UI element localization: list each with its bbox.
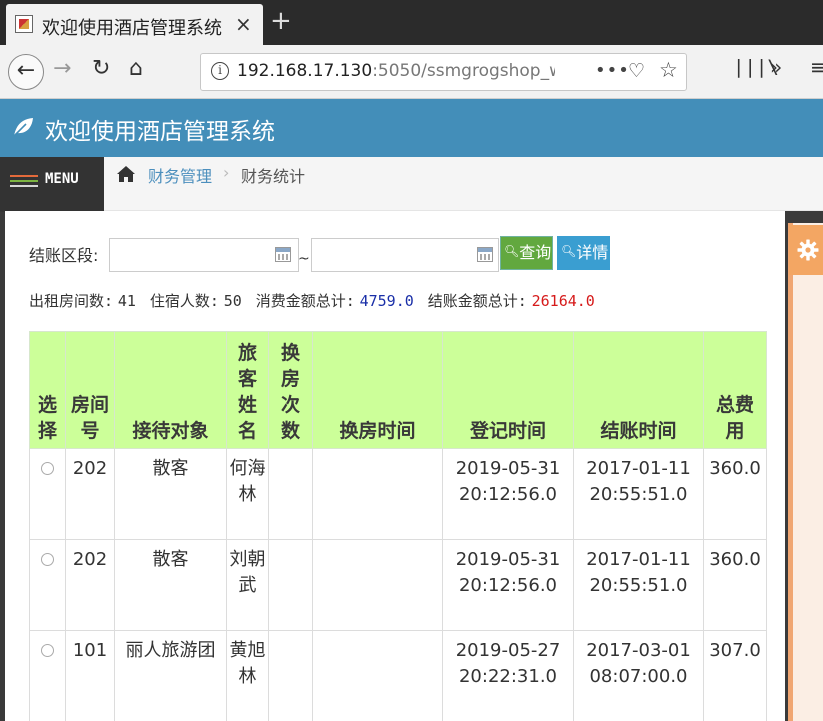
info-icon[interactable]: i: [211, 62, 229, 80]
tab-title: 欢迎使用酒店管理系统: [42, 18, 222, 39]
favicon-icon: [15, 15, 33, 33]
home-button[interactable]: ⌂: [129, 56, 143, 81]
menu-lines-icon: [10, 175, 38, 191]
calendar-icon[interactable]: [275, 247, 291, 262]
app-title: 欢迎使用酒店管理系统: [45, 119, 275, 145]
register-time: 2019-05-27 20:22:31.0: [442, 630, 574, 721]
pocket-icon[interactable]: ♡: [628, 60, 645, 82]
calendar-icon[interactable]: [477, 247, 493, 262]
room-number: 202: [65, 448, 115, 540]
browser-window: 欢迎使用酒店管理系统 × + ← → ↻ ⌂ i 192.168.17.130:…: [0, 0, 823, 721]
settings-side-panel: [788, 223, 823, 721]
url-path: :5050/ssmgrogshop_war/: [372, 61, 555, 81]
reception-target: 丽人旅游团: [114, 630, 227, 721]
breadcrumb-link-finance[interactable]: 财务管理: [148, 163, 212, 187]
finance-table: 选择 房间号 接待对象 旅客姓名 换房次数 换房时间 登记时间 结账时间 总费用…: [29, 331, 767, 721]
column-header: 旅客姓名: [226, 331, 269, 449]
column-header: 登记时间: [442, 331, 574, 449]
reload-button[interactable]: ↻: [92, 56, 110, 81]
page-actions-icon[interactable]: •••: [595, 60, 630, 81]
leaf-icon: [13, 118, 33, 137]
settlement-range-label: 结账区段:: [29, 246, 99, 265]
room-change-count: [268, 539, 313, 631]
total-fee: 360.0: [703, 539, 767, 631]
app-header: 欢迎使用酒店管理系统: [0, 99, 823, 157]
range-separator: ~: [298, 251, 310, 267]
table-row[interactable]: 202 散客 刘朝武 2019-05-31 20:12:56.0 2017-01-…: [29, 539, 767, 631]
breadcrumb: MENU 财务管理 › 财务统计: [0, 157, 823, 223]
total-fee: 307.0: [703, 630, 767, 721]
gear-icon: [797, 239, 819, 261]
checkout-time: 2017-03-01 08:07:00.0: [573, 630, 704, 721]
spend-total-value: 4759.0: [359, 292, 414, 310]
menu-toggle-button[interactable]: MENU: [0, 157, 104, 211]
forward-button[interactable]: →: [53, 56, 71, 81]
menu-label: MENU: [45, 171, 79, 187]
url-host: 192.168.17.130: [237, 61, 373, 81]
register-time: 2019-05-31 20:12:56.0: [442, 448, 574, 540]
main-content: 结账区段: ~ 🔍︎查询 🔍︎详情 出租房间数: 41 住宿人数: 50 消费金额总…: [5, 211, 785, 721]
detail-button-label: 详情: [576, 243, 609, 262]
nav-toolbar: ← → ↻ ⌂ i 192.168.17.130:5050/ssmgrogsho…: [0, 45, 823, 99]
search-icon: 🔍︎: [561, 244, 577, 258]
url-text[interactable]: 192.168.17.130:5050/ssmgrogshop_war/: [237, 61, 555, 81]
tab-strip: 欢迎使用酒店管理系统 × +: [0, 0, 823, 45]
settings-button[interactable]: [789, 225, 823, 275]
total-fee: 360.0: [703, 448, 767, 540]
column-header: 结账时间: [573, 331, 704, 449]
room-change-count: [268, 630, 313, 721]
column-header: 换房次数: [268, 331, 313, 449]
checkout-time: 2017-01-11 20:55:51.0: [573, 539, 704, 631]
settle-total-value: 26164.0: [531, 292, 595, 310]
row-select-radio[interactable]: [41, 462, 54, 475]
settle-total-label: 结账金额总计:: [427, 292, 527, 310]
detail-button[interactable]: 🔍︎详情: [557, 236, 610, 270]
room-change-count: [268, 448, 313, 540]
browser-tab[interactable]: 欢迎使用酒店管理系统 ×: [6, 4, 263, 45]
column-header: 房间号: [65, 331, 115, 449]
room-change-time: [312, 539, 443, 631]
table-row[interactable]: 101 丽人旅游团 黄旭林 2019-05-27 20:22:31.0 2017-…: [29, 630, 767, 721]
rented-rooms-value: 41: [117, 292, 136, 310]
overflow-icon[interactable]: »: [770, 55, 782, 79]
table-header-row: 选择 房间号 接待对象 旅客姓名 换房次数 换房时间 登记时间 结账时间 总费用: [29, 331, 767, 449]
rented-rooms-label: 出租房间数:: [29, 292, 114, 310]
start-date-input[interactable]: [109, 238, 299, 272]
bookmark-star-icon[interactable]: ☆: [659, 58, 678, 82]
back-button[interactable]: ←: [8, 54, 44, 90]
new-tab-button[interactable]: +: [270, 6, 292, 36]
column-header: 总费用: [703, 331, 767, 449]
query-button[interactable]: 🔍︎查询: [500, 236, 553, 270]
room-change-time: [312, 448, 443, 540]
room-number: 101: [65, 630, 115, 721]
checkout-time: 2017-01-11 20:55:51.0: [573, 448, 704, 540]
home-icon: [117, 166, 135, 182]
guest-name: 刘朝武: [226, 539, 269, 631]
reception-target: 散客: [114, 448, 227, 540]
guests-value: 50: [223, 292, 242, 310]
spend-total-label: 消费金额总计:: [255, 292, 355, 310]
tab-close-icon[interactable]: ×: [235, 12, 252, 36]
end-date-input[interactable]: [311, 238, 499, 272]
room-change-time: [312, 630, 443, 721]
hamburger-menu-icon[interactable]: ≡: [810, 55, 823, 79]
query-button-label: 查询: [519, 243, 552, 262]
column-header: 接待对象: [114, 331, 227, 449]
room-number: 202: [65, 539, 115, 631]
reception-target: 散客: [114, 539, 227, 631]
table-row[interactable]: 202 散客 何海林 2019-05-31 20:12:56.0 2017-01-…: [29, 448, 767, 540]
guest-name: 黄旭林: [226, 630, 269, 721]
search-icon: 🔍︎: [504, 244, 520, 258]
chevron-right-icon: ›: [223, 163, 230, 182]
register-time: 2019-05-31 20:12:56.0: [442, 539, 574, 631]
breadcrumb-current: 财务统计: [241, 167, 306, 186]
address-bar[interactable]: i 192.168.17.130:5050/ssmgrogshop_war/ •…: [200, 53, 687, 91]
row-select-radio[interactable]: [41, 644, 54, 657]
column-header: 选择: [29, 331, 66, 449]
summary-line: 出租房间数: 41 住宿人数: 50 消费金额总计: 4759.0 结账金额总计: 2…: [29, 290, 595, 311]
guests-label: 住宿人数:: [149, 292, 219, 310]
column-header: 换房时间: [312, 331, 443, 449]
guest-name: 何海林: [226, 448, 269, 540]
row-select-radio[interactable]: [41, 553, 54, 566]
